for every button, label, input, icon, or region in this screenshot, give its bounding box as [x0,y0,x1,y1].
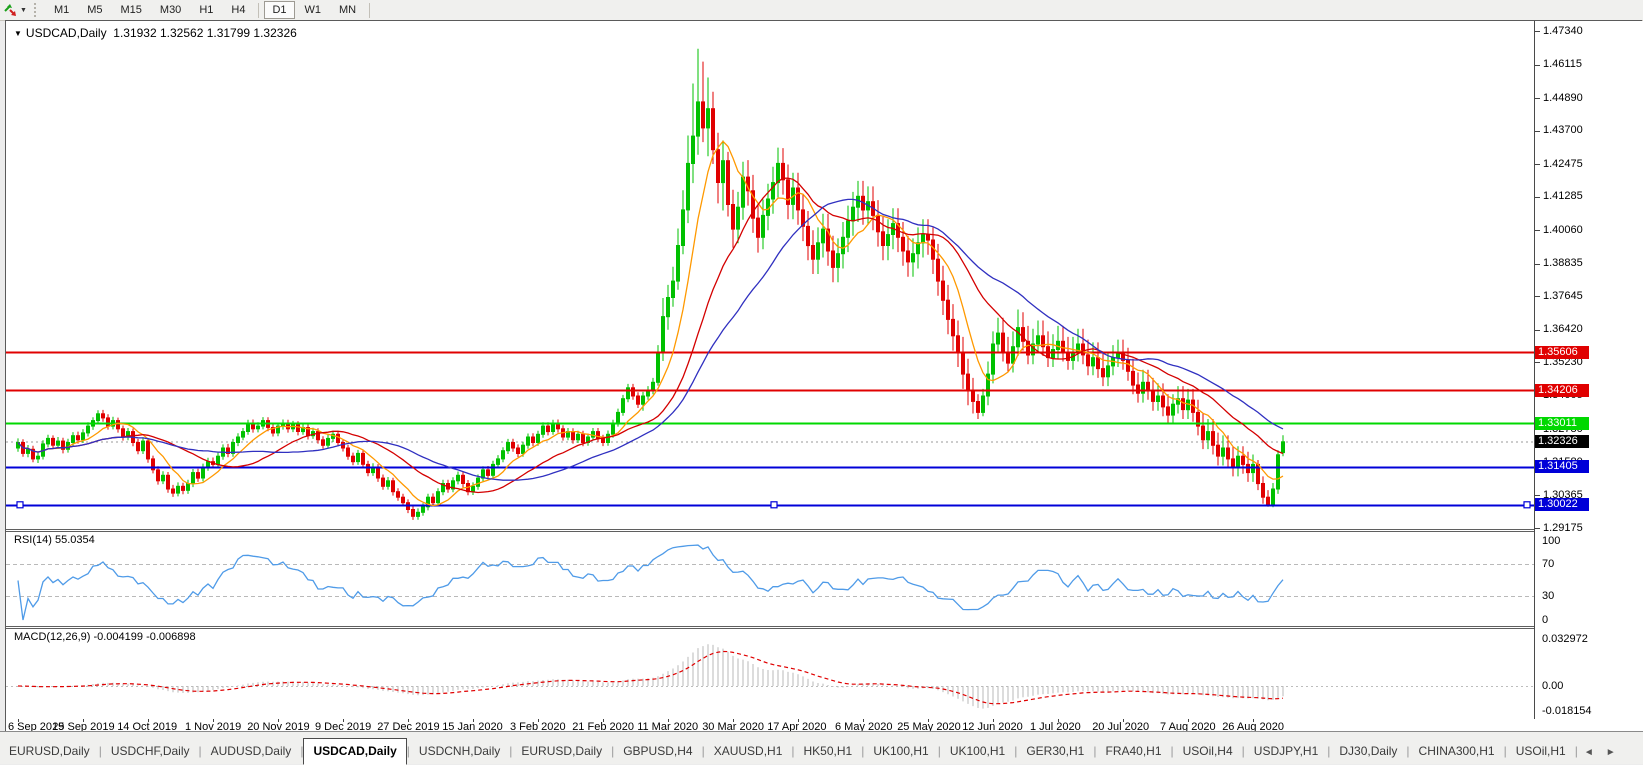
chart-tools-button[interactable]: ▼ [0,1,30,19]
chart-tab-china300-h1-16[interactable]: CHINA300,H1 [1410,740,1504,764]
timeframe-button-m15[interactable]: M15 [113,1,150,19]
current-price-badge: 1.32326 [1535,435,1589,448]
dropdown-caret-icon: ▼ [20,6,27,14]
chart-title: ▼ USDCAD,Daily 1.31932 1.32562 1.31799 1.… [14,26,297,40]
chart-tab-dj30-daily-15[interactable]: DJ30,Daily [1330,740,1406,764]
chart-tab-audusd-daily-2[interactable]: AUDUSD,Daily [202,740,301,764]
timeframe-button-m1[interactable]: M1 [46,1,77,19]
price-tick [1535,197,1540,198]
chart-tab-uk100-h1-10[interactable]: UK100,H1 [941,740,1014,764]
chart-tab-bar: EURUSD,Daily | USDCHF,Daily | AUDUSD,Daily | U… [0,731,1643,765]
price-tick-label: 1.36420 [1543,323,1583,335]
price-axis[interactable]: 1.47340 1.46115 1.44890 1.43700 1.42475 1.412… [1534,21,1643,719]
macd-panel[interactable] [6,629,1534,720]
main-chart-panel[interactable] [6,23,1534,530]
chart-tab-hk50-h1-8[interactable]: HK50,H1 [795,740,862,764]
price-level-badge: 1.35606 [1535,346,1589,359]
chart-tab-usdcad-daily-3[interactable]: USDCAD,Daily [303,738,407,765]
price-level-badge: 1.33011 [1535,417,1589,430]
price-tick-label: 1.40060 [1543,224,1583,236]
toolbar-grip [33,3,39,17]
macd-axis-label: 0.032972 [1542,633,1588,645]
price-tick-label: 1.46115 [1543,58,1582,70]
price-tick [1535,296,1540,297]
timeframe-button-h1[interactable]: H1 [191,1,221,19]
chart-tab-usoil-h4-13[interactable]: USOil,H4 [1174,740,1242,764]
price-tick [1535,330,1540,331]
chart-title-ohlc: 1.31932 1.32562 1.31799 1.32326 [113,26,297,40]
macd-axis-label: 0.00 [1542,680,1564,692]
rsi-axis-label: 70 [1542,558,1555,570]
chart-tab-uk100-h1-9[interactable]: UK100,H1 [864,740,937,764]
price-tick-label: 1.29175 [1543,522,1583,534]
price-tick-label: 1.37645 [1543,290,1583,302]
rsi-axis-label: 100 [1542,535,1561,547]
rsi-panel[interactable] [6,532,1534,626]
price-tick [1535,98,1540,99]
price-tick-label: 1.42475 [1543,158,1583,170]
timeframe-button-d1[interactable]: D1 [264,1,295,19]
chart-tab-ger30-h1-11[interactable]: GER30,H1 [1017,740,1093,764]
price-level-badge: 1.30022 [1535,498,1589,511]
timeframe-button-m5[interactable]: M5 [79,1,110,19]
timeframe-button-h4[interactable]: H4 [223,1,253,19]
price-tick [1535,230,1540,231]
price-tick [1535,264,1540,265]
price-tick [1535,131,1540,132]
chart-tab-gbpusd-h4-6[interactable]: GBPUSD,H4 [614,740,701,764]
price-tick-label: 1.44890 [1543,92,1583,104]
rsi-label: RSI(14) 55.0354 [14,534,95,546]
price-tick [1535,528,1540,529]
top-toolbar: ▼ M1 M5 M15 M30 H1 H4 D1 W1 MN [0,0,1643,21]
chart-title-symbol: USDCAD,Daily [25,26,107,40]
price-tick [1535,495,1540,496]
chart-tab-usdchf-daily-1[interactable]: USDCHF,Daily [102,740,199,764]
price-level-badge: 1.34206 [1535,384,1589,397]
chart-window: ▼ USDCAD,Daily 1.31932 1.32562 1.31799 1.… [5,20,1643,733]
timeframe-button-m30[interactable]: M30 [152,1,189,19]
price-tick [1535,65,1540,66]
macd-axis-label: -0.018154 [1542,705,1592,717]
timeframe-button-w1[interactable]: W1 [297,1,330,19]
price-level-badge: 1.31405 [1535,460,1589,473]
rsi-axis-label: 0 [1542,614,1549,626]
price-tick-label: 1.38835 [1543,257,1583,269]
chart-tab-eurusd-daily-0[interactable]: EURUSD,Daily [0,740,99,764]
tab-scroll-right-button[interactable]: ► [1600,747,1622,764]
chart-tab-usdcnh-daily-4[interactable]: USDCNH,Daily [410,740,509,764]
chart-menu-caret-icon[interactable]: ▼ [14,29,22,38]
chart-tab-usdjpy-h1-14[interactable]: USDJPY,H1 [1245,740,1327,764]
chart-tab-eurusd-daily-5[interactable]: EURUSD,Daily [512,740,611,764]
chart-tab-fra40-h1-12[interactable]: FRA40,H1 [1096,740,1170,764]
chart-tab-usoil-h1-17[interactable]: USOil,H1 [1507,740,1575,764]
price-tick-label: 1.43700 [1543,124,1583,136]
price-tick [1535,362,1540,363]
timeframe-button-mn[interactable]: MN [331,1,364,19]
price-tick-label: 1.41285 [1543,190,1583,202]
tab-scroll-left-button[interactable]: ◄ [1578,747,1600,764]
price-tick-label: 1.47340 [1543,25,1583,37]
price-tick [1535,164,1540,165]
chart-arrows-icon [4,4,16,16]
chart-tab-xauusd-h1-7[interactable]: XAUUSD,H1 [705,740,792,764]
rsi-axis-label: 30 [1542,590,1555,602]
macd-label: MACD(12,26,9) -0.004199 -0.006898 [14,631,196,643]
price-tick [1535,31,1540,32]
